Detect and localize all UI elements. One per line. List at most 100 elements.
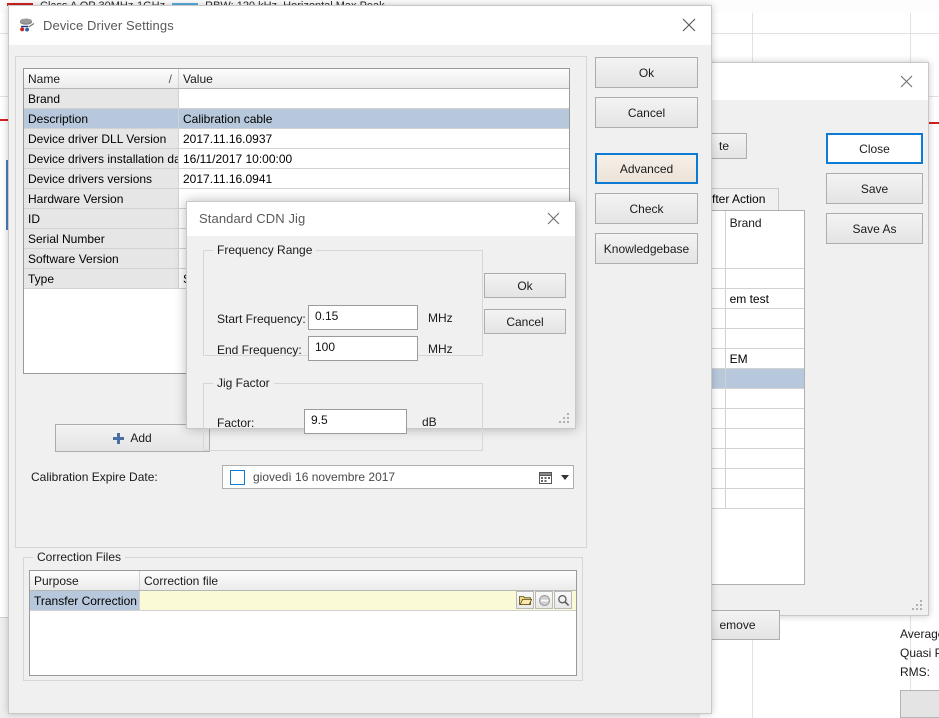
property-name-cell: ID — [24, 209, 179, 229]
close-icon[interactable] — [667, 7, 711, 43]
column-header-correction-file[interactable]: Correction file — [140, 571, 576, 590]
remove-button-label: emove — [719, 618, 756, 632]
ok-button[interactable]: Ok — [595, 57, 698, 88]
correction-files-grid-header: Purpose Correction file — [30, 571, 576, 591]
property-value-cell[interactable] — [179, 89, 569, 109]
search-icon[interactable] — [554, 591, 572, 609]
close-icon[interactable] — [884, 63, 928, 99]
property-name-cell: Device driver DLL Version — [24, 129, 179, 149]
property-value-cell[interactable]: 2017.11.16.0941 — [179, 169, 569, 189]
close-button[interactable]: Close — [826, 133, 923, 164]
device-list-rows: em test EM — [700, 249, 804, 509]
calibration-expire-date-picker[interactable]: giovedì 16 novembre 2017 — [222, 465, 574, 489]
knowledgebase-button[interactable]: Knowledgebase — [595, 233, 698, 264]
check-button-label: Check — [629, 201, 664, 216]
cdn-ok-button[interactable]: Ok — [484, 273, 566, 298]
calibration-expire-date-label: Calibration Expire Date: — [31, 470, 158, 484]
device-row-brand: EM — [725, 349, 804, 369]
list-item[interactable] — [700, 389, 804, 409]
column-header-value[interactable]: Value — [179, 69, 569, 88]
end-frequency-input[interactable]: 100 — [308, 336, 418, 361]
correction-row-file[interactable] — [140, 591, 576, 611]
calibration-date-checkbox[interactable] — [230, 469, 245, 485]
frequency-range-group-label: Frequency Range — [213, 243, 317, 257]
factor-label: Factor: — [217, 416, 255, 430]
resize-grip[interactable] — [912, 600, 925, 613]
list-item[interactable] — [700, 309, 804, 329]
correction-row-purpose: Transfer Correction — [30, 591, 140, 611]
table-row[interactable]: Device driver DLL Version 2017.11.16.0937 — [24, 129, 569, 149]
list-item[interactable] — [700, 469, 804, 489]
column-header-purpose[interactable]: Purpose — [30, 571, 140, 590]
device-row-brand — [725, 269, 804, 289]
list-item[interactable] — [700, 429, 804, 449]
device-row-brand — [725, 309, 804, 329]
list-item[interactable] — [700, 489, 804, 509]
chevron-down-icon[interactable] — [557, 474, 573, 480]
list-item[interactable] — [700, 409, 804, 429]
advanced-button[interactable]: Advanced — [595, 153, 698, 184]
device-row-brand — [725, 489, 804, 509]
close-icon[interactable] — [531, 203, 575, 235]
calendar-icon[interactable] — [533, 466, 557, 488]
ok-button-label: Ok — [638, 65, 655, 80]
table-row[interactable]: Description Calibration cable — [24, 109, 569, 129]
column-header-name[interactable]: Name / — [24, 69, 179, 88]
advanced-button-label: Advanced — [619, 161, 674, 176]
start-frequency-input[interactable]: 0.15 — [308, 305, 418, 330]
folder-open-icon[interactable] — [516, 591, 534, 609]
column-header-name-label: Name — [28, 72, 61, 86]
table-row[interactable]: Transfer Correction — [30, 591, 576, 611]
save-button[interactable]: Save — [826, 173, 923, 204]
property-name-cell: Brand — [24, 89, 179, 109]
remove-icon[interactable] — [535, 591, 553, 609]
detector-average-label: Average: — [900, 627, 939, 641]
cancel-button-label: Cancel — [627, 105, 666, 120]
standard-cdn-jig-titlebar: Standard CDN Jig — [187, 202, 575, 236]
device-driver-settings-titlebar: Device Driver Settings — [9, 6, 711, 45]
list-item[interactable] — [700, 249, 804, 269]
chart-trace-limit-line — [0, 119, 8, 121]
device-list-column-brand: Brand — [729, 216, 762, 230]
property-value-cell[interactable]: Calibration cable — [179, 109, 569, 129]
table-row[interactable]: Device drivers versions 2017.11.16.0941 — [24, 169, 569, 189]
list-item[interactable]: EM — [700, 349, 804, 369]
detector-quasipeak-label: Quasi P — [900, 646, 939, 660]
sort-indicator-icon: / — [168, 72, 172, 86]
resize-grip[interactable] — [559, 413, 572, 426]
device-list-grid[interactable]: Brand em test EM — [699, 210, 805, 585]
table-row[interactable]: Device drivers installation date 16/11/20… — [24, 149, 569, 169]
property-name-cell: Description — [24, 109, 179, 129]
start-frequency-unit: MHz — [428, 311, 453, 325]
device-row-brand — [725, 329, 804, 349]
table-row[interactable]: Brand — [24, 89, 569, 109]
add-button-label: Add — [130, 431, 152, 445]
list-item[interactable] — [700, 449, 804, 469]
property-value-cell[interactable]: 16/11/2017 10:00:00 — [179, 149, 569, 169]
property-name-cell: Serial Number — [24, 229, 179, 249]
standard-cdn-jig-title: Standard CDN Jig — [199, 211, 306, 226]
factor-input[interactable]: 9.5 — [304, 409, 407, 434]
device-list-window-body: te After Action Brand em test EM Close Sav… — [695, 100, 928, 640]
list-item[interactable] — [700, 369, 804, 389]
property-name-cell: Device drivers versions — [24, 169, 179, 189]
save-button-label: Save — [860, 181, 889, 196]
save-as-button[interactable]: Save As — [826, 213, 923, 244]
device-row-brand — [725, 449, 804, 469]
property-value-cell[interactable]: 2017.11.16.0937 — [179, 129, 569, 149]
plus-icon — [113, 432, 125, 444]
device-row-brand — [725, 469, 804, 489]
cdn-cancel-button[interactable]: Cancel — [484, 309, 566, 334]
save-as-button-label: Save As — [852, 221, 897, 236]
device-list-grid-header: Brand — [700, 211, 804, 249]
device-row-brand — [725, 409, 804, 429]
cancel-button[interactable]: Cancel — [595, 97, 698, 128]
list-item[interactable]: em test — [700, 289, 804, 309]
jig-factor-group-label: Jig Factor — [213, 376, 274, 390]
check-button[interactable]: Check — [595, 193, 698, 224]
tab-after-action-label: After Action — [704, 192, 766, 206]
list-item[interactable] — [700, 329, 804, 349]
correction-files-grid[interactable]: Purpose Correction file Transfer Correct… — [29, 570, 577, 676]
standard-cdn-jig-body: Frequency Range Start Frequency: 0.15 MH… — [187, 236, 575, 451]
list-item[interactable] — [700, 269, 804, 289]
